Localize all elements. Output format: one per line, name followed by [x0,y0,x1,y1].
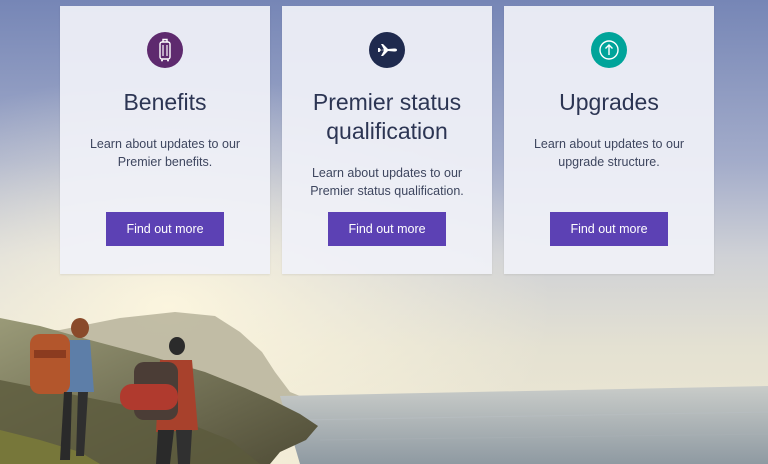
luggage-icon [147,32,183,68]
card-upgrades: Upgrades Learn about updates to our upgr… [504,6,714,274]
card-description: Learn about updates to our Premier statu… [310,166,464,198]
card-benefits: Benefits Learn about updates to our Prem… [60,6,270,274]
find-out-more-benefits-button[interactable]: Find out more [106,212,224,246]
card-premier-status-qualification: Premier status qualification Learn about… [282,6,492,274]
card-title: Benefits [123,89,207,115]
card-title: Premier status qualification [312,89,462,144]
find-out-more-upgrades-button[interactable]: Find out more [550,212,668,246]
arrow-up-circle-icon [591,32,627,68]
card-description: Learn about updates to our upgrade struc… [533,137,685,169]
airplane-icon [369,32,405,68]
find-out-more-premier-status-button[interactable]: Find out more [328,212,446,246]
card-description: Learn about updates to our Premier benef… [89,137,241,169]
info-cards-row: Benefits Learn about updates to our Prem… [0,0,768,464]
card-title: Upgrades [559,89,659,115]
